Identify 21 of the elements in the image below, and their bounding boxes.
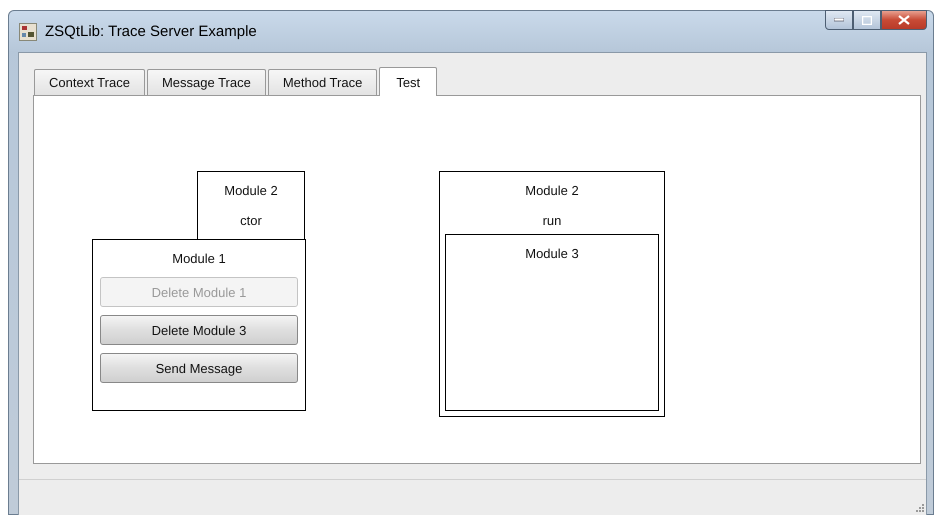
- minimize-button[interactable]: [825, 10, 853, 30]
- module-button[interactable]: Delete Module 3: [100, 315, 298, 345]
- app-icon: [19, 22, 37, 40]
- resize-grip-icon[interactable]: [916, 504, 924, 512]
- minimize-icon: [834, 18, 844, 22]
- tab[interactable]: Method Trace: [268, 69, 378, 95]
- module-state: run: [542, 213, 562, 228]
- module-title: Module 1: [172, 251, 226, 266]
- close-icon: [898, 15, 910, 25]
- tab[interactable]: Context Trace: [34, 69, 145, 95]
- close-button[interactable]: [881, 10, 927, 30]
- maximize-icon: [862, 16, 872, 24]
- module-state: ctor: [240, 213, 262, 228]
- module-button[interactable]: Send Message: [100, 353, 298, 383]
- tab[interactable]: Message Trace: [146, 69, 266, 95]
- tab[interactable]: Test: [379, 67, 438, 96]
- window-title: ZSQtLib: Trace Server Example: [45, 23, 257, 40]
- maximize-button[interactable]: [853, 10, 881, 30]
- module-title: Module 3: [525, 246, 579, 261]
- module-title: Module 2: [224, 183, 278, 198]
- module-title: Module 2: [525, 183, 579, 198]
